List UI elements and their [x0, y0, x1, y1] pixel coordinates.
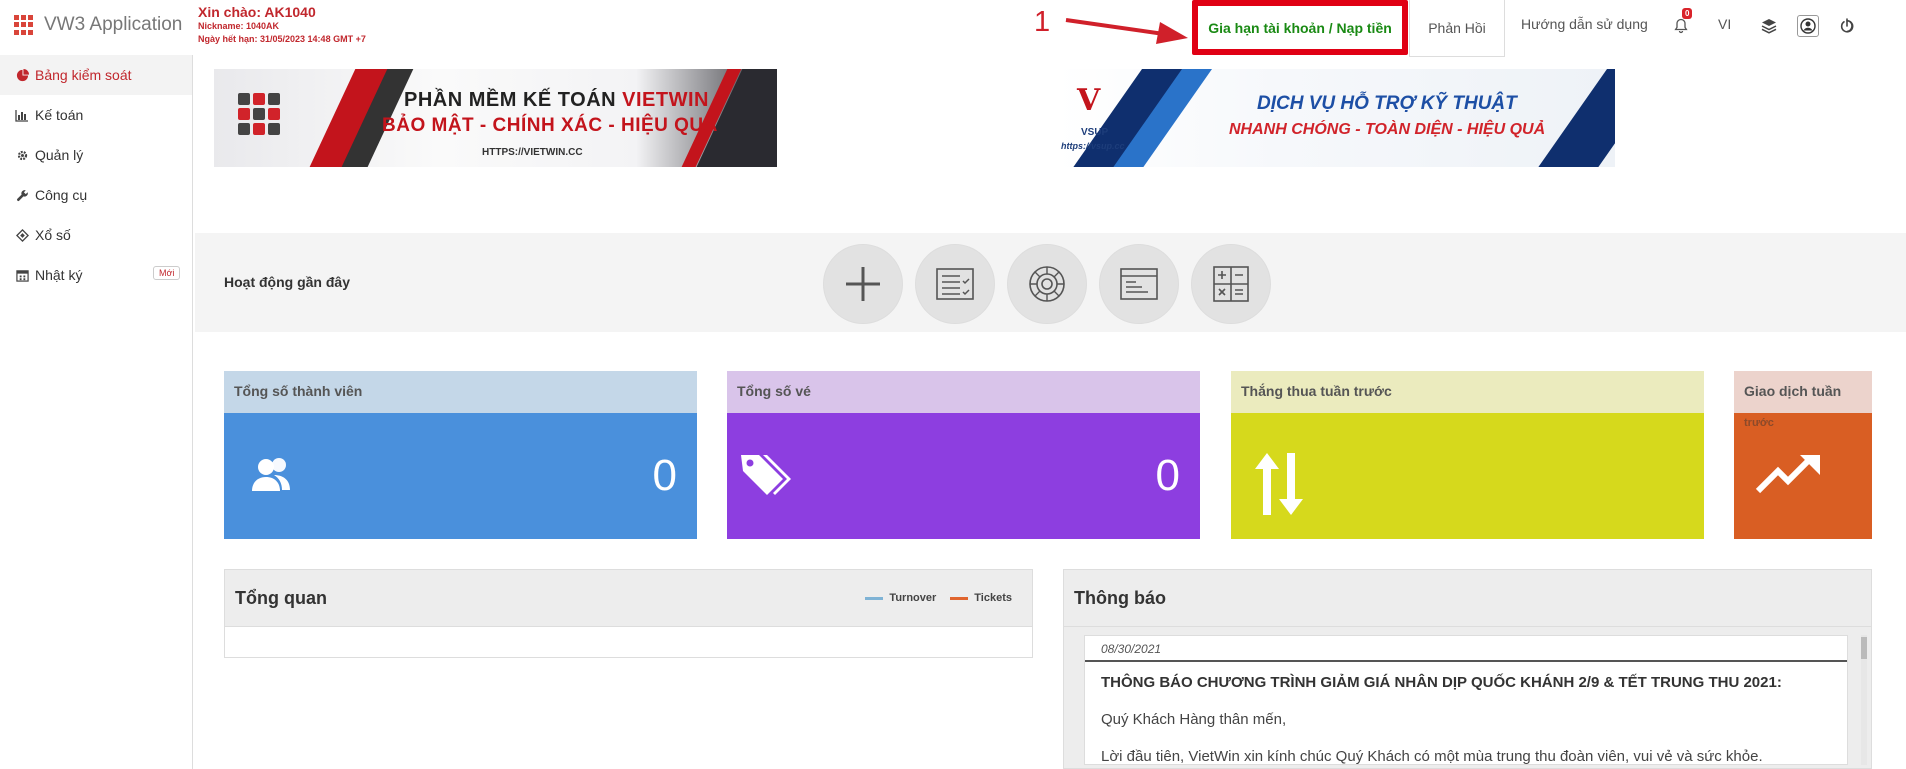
overview-panel: Tổng quan Turnover Tickets [224, 569, 1033, 658]
bar-chart-icon [15, 108, 29, 122]
language-selector[interactable]: VI [1718, 16, 1731, 32]
vsup-banner[interactable]: V VSUP https://vsup.cc DỊCH VỤ HỖ TRỢ KỸ… [1057, 69, 1615, 167]
legend-item-turnover[interactable]: Turnover [865, 592, 936, 604]
notifications-button[interactable]: 0 [1670, 8, 1693, 37]
stat-card-value: 0 [652, 451, 677, 500]
sidebar-item-label: Quản lý [35, 147, 84, 163]
recent-activity-bar: Hoạt động gần đây [195, 233, 1906, 332]
profile-button[interactable] [1797, 15, 1819, 37]
wrench-icon [15, 188, 29, 202]
vsup-banner-line2: NHANH CHÓNG - TOÀN DIỆN - HIỆU QUẢ [1229, 121, 1546, 138]
legend-item-tickets[interactable]: Tickets [950, 592, 1012, 604]
sidebar-item-accounting[interactable]: Kế toán [0, 95, 192, 135]
bell-icon [1674, 18, 1688, 34]
stat-card-label: Giao dịch tuần [1734, 371, 1872, 413]
layers-icon [1761, 19, 1777, 34]
logout-button[interactable] [1836, 15, 1858, 37]
brand[interactable]: VW3 Application [14, 14, 182, 36]
stat-card-label: Thắng thua tuần trước [1231, 371, 1704, 413]
overview-legend: Turnover Tickets [865, 592, 1012, 604]
new-badge: Mới [153, 266, 181, 280]
add-button[interactable] [823, 244, 903, 324]
notifications-count-badge: 0 [1682, 8, 1693, 19]
user-greeting: Xin chào: AK1040 [198, 4, 316, 20]
pie-chart-icon [15, 68, 29, 82]
notice-panel: Thông báo 08/30/2021 THÔNG BÁO CHƯƠNG TR… [1063, 569, 1872, 769]
annotation-arrow-icon [1065, 18, 1188, 44]
notice-title: Thông báo [1074, 587, 1166, 608]
sidebar-item-dashboard[interactable]: Bảng kiểm soát [0, 55, 192, 95]
checklist-icon [936, 268, 974, 300]
user-expiry: Ngày hết hạn: 31/05/2023 14:48 GMT +7 [198, 34, 366, 44]
vietwin-banner[interactable]: PHẦN MỀM KẾ TOÁN VIETWIN BẢO MẬT - CHÍNH… [214, 69, 777, 167]
users-icon [252, 458, 290, 491]
vsup-logo-text: VSUP [1081, 127, 1109, 138]
overview-title: Tổng quan [235, 587, 327, 608]
power-icon [1840, 18, 1854, 33]
trend-up-icon [1755, 455, 1820, 494]
stat-card-label: Tổng số thành viên [224, 371, 697, 413]
vietwin-banner-line1: PHẦN MỀM KẾ TOÁN VIETWIN [404, 89, 709, 111]
sidebar-item-lottery[interactable]: Xổ số [0, 215, 192, 255]
vietwin-banner-url: HTTPS://VIETWIN.CC [482, 147, 583, 158]
up-down-arrows-icon [1255, 453, 1303, 515]
ticket-icon [15, 228, 29, 242]
stat-card-value: 0 [1155, 451, 1180, 500]
layers-button[interactable] [1758, 15, 1780, 37]
gear-icon [15, 148, 29, 162]
notice-content[interactable]: 08/30/2021 THÔNG BÁO CHƯƠNG TRÌNH GIẢM G… [1084, 635, 1848, 765]
user-circle-icon [1800, 18, 1816, 34]
roulette-button[interactable] [1007, 244, 1087, 324]
stat-card-label-continued: trước [1744, 417, 1774, 429]
sidebar-item-management[interactable]: Quản lý [0, 135, 192, 175]
sidebar-item-label: Bảng kiểm soát [35, 67, 132, 83]
tags-icon [741, 455, 791, 495]
notice-body: Lời đầu tiên, VietWin xin kính chúc Quý … [1101, 748, 1763, 765]
feedback-button[interactable]: Phản Hồi [1409, 0, 1505, 57]
user-nickname: Nickname: 1040AK [198, 21, 280, 31]
apps-grid-icon[interactable] [14, 15, 34, 35]
top-header: VW3 Application Xin chào: AK1040 Nicknam… [0, 0, 1906, 57]
recent-activity-title: Hoạt động gần đây [224, 274, 350, 290]
overview-header: Tổng quan Turnover Tickets [225, 570, 1032, 627]
stat-card-label: Tổng số vé [727, 371, 1200, 413]
sidebar-item-label: Kế toán [35, 107, 84, 123]
sidebar-item-label: Xổ số [35, 227, 71, 243]
stat-card-last-week-transactions[interactable]: Giao dịch tuần trước [1734, 371, 1872, 539]
vietwin-logo-icon [238, 93, 280, 135]
stat-card-tickets[interactable]: Tổng số vé 0 [727, 371, 1200, 539]
annotation-step-number: 1 [1034, 6, 1051, 38]
sidebar-item-log[interactable]: Nhật ký Mới [0, 255, 192, 295]
notice-scrollbar[interactable] [1861, 635, 1867, 765]
notice-date: 08/30/2021 [1085, 636, 1847, 662]
checklist-button[interactable] [915, 244, 995, 324]
calendar-icon [15, 268, 29, 282]
notice-headline: THÔNG BÁO CHƯƠNG TRÌNH GIẢM GIÁ NHÂN DỊP… [1101, 674, 1782, 691]
vsup-banner-line1: DỊCH VỤ HỖ TRỢ KỸ THUẬT [1257, 93, 1517, 114]
add-icon [846, 267, 880, 301]
sidebar-item-label: Nhật ký [35, 267, 83, 283]
notice-salutation: Quý Khách Hàng thân mến, [1101, 711, 1287, 728]
notice-header: Thông báo [1064, 570, 1871, 627]
calculator-button[interactable] [1191, 244, 1271, 324]
renew-account-button[interactable]: Gia hạn tài khoản / Nạp tiền [1192, 0, 1408, 55]
vsup-logo-icon: V [1077, 83, 1101, 118]
sidebar-item-tools[interactable]: Công cụ [0, 175, 192, 215]
calculator-icon [1213, 266, 1249, 302]
user-info: Xin chào: AK1040 Nickname: 1040AK Ngày h… [198, 4, 366, 46]
user-guide-link[interactable]: Hướng dẫn sử dụng [1521, 16, 1648, 32]
sidebar: Bảng kiểm soát Kế toán Quản lý Công cụ X… [0, 55, 193, 769]
stat-card-last-week-winloss[interactable]: Thắng thua tuần trước [1231, 371, 1704, 539]
window-list-button[interactable] [1099, 244, 1179, 324]
stat-card-members[interactable]: Tổng số thành viên 0 [224, 371, 697, 539]
vsup-url: https://vsup.cc [1061, 141, 1125, 151]
sidebar-item-label: Công cụ [35, 187, 88, 203]
roulette-icon [1029, 266, 1065, 302]
app-title: VW3 Application [44, 14, 183, 35]
window-list-icon [1120, 268, 1158, 300]
vietwin-banner-line2: BẢO MẬT - CHÍNH XÁC - HIỆU QUẢ [382, 115, 718, 136]
